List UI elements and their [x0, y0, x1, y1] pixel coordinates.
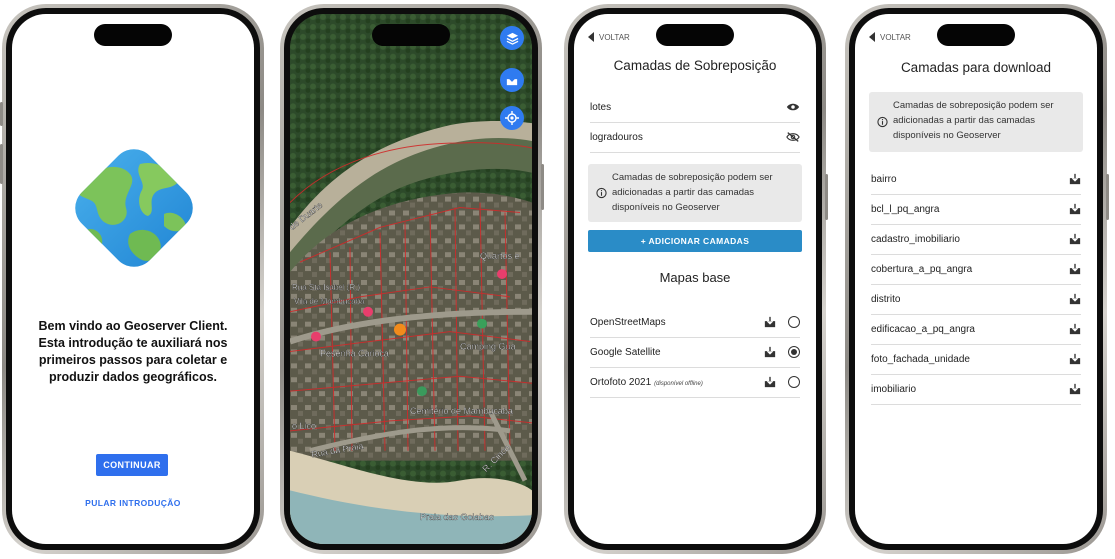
download-layer-row[interactable]: cadastro_imobiliario [871, 224, 1081, 255]
back-label: VOLTAR [880, 32, 911, 42]
power-button [1106, 174, 1109, 220]
base-map-radio[interactable] [788, 376, 800, 388]
download-icon[interactable] [1069, 233, 1081, 245]
download-icon[interactable] [1069, 263, 1081, 275]
layer-name: distrito [871, 293, 901, 305]
layer-name: bcl_l_pq_angra [871, 203, 940, 215]
phone-frame-download-layers: VOLTAR Camadas para download Camadas de … [845, 4, 1109, 554]
base-map-row[interactable]: OpenStreetMaps [590, 307, 800, 338]
power-button [541, 164, 544, 210]
download-layer-row[interactable]: distrito [871, 284, 1081, 315]
phone-frame-overlay-layers: VOLTAR Camadas de Sobreposição lotes log… [564, 4, 828, 554]
section-title: Mapas base [659, 270, 731, 285]
layer-name: cadastro_imobiliario [871, 233, 960, 245]
download-layer-row[interactable]: edificacao_a_pq_angra [871, 314, 1081, 345]
info-icon [877, 116, 888, 128]
page-title: Camadas para download [900, 60, 1052, 75]
dynamic-island [372, 24, 450, 46]
overlay-layers-screen: VOLTAR Camadas de Sobreposição lotes log… [574, 14, 816, 544]
layers-icon [506, 32, 518, 45]
map-label: Vila de Mambucaba [294, 297, 365, 306]
back-button[interactable]: VOLTAR [869, 32, 911, 42]
page-title: Camadas de Sobreposição [613, 58, 777, 73]
info-icon [596, 187, 607, 199]
base-map-name: Google Satellite [590, 346, 661, 358]
info-box: Camadas de sobreposição podem ser adicio… [588, 164, 802, 222]
power-button [825, 174, 828, 220]
base-map-radio-selected[interactable] [788, 346, 800, 358]
base-map-row[interactable]: Ortofoto 2021 (disponível offline) [590, 367, 800, 398]
skip-intro-link[interactable]: PULAR INTRODUÇÃO [12, 498, 254, 508]
layer-name: cobertura_a_pq_angra [871, 263, 973, 275]
download-layer-row[interactable]: imobiliario [871, 374, 1081, 405]
layer-row[interactable]: lotes [590, 92, 800, 123]
map-label: Rua Sta Isabel (R.) [292, 283, 360, 292]
layer-name: lotes [590, 101, 612, 113]
dynamic-island [656, 24, 734, 46]
download-icon[interactable] [764, 316, 776, 328]
info-box: Camadas de sobreposição podem ser adicio… [869, 92, 1083, 152]
layer-name: logradouros [590, 131, 643, 143]
locate-button[interactable] [500, 106, 524, 130]
map-label: Cemitério de Mambucaba [410, 406, 513, 416]
map-label: Camping Gua [460, 341, 515, 351]
download-icon [506, 74, 518, 86]
welcome-text: Bem vindo ao Geoserver Client. Esta intr… [38, 319, 228, 384]
download-icon[interactable] [1069, 173, 1081, 185]
download-icon[interactable] [764, 376, 776, 388]
base-map-row[interactable]: Google Satellite [590, 337, 800, 368]
download-icon[interactable] [1069, 383, 1081, 395]
back-label: VOLTAR [599, 32, 630, 42]
back-arrow-icon [588, 32, 594, 42]
phone-frame-intro: Bem vindo ao Geoserver Client. Esta intr… [0, 4, 264, 554]
globe-logo-icon [60, 134, 208, 282]
dynamic-island [937, 24, 1015, 46]
layer-row[interactable]: logradouros [590, 122, 800, 153]
map-label: o Lico [292, 421, 316, 431]
layer-name: edificacao_a_pq_angra [871, 323, 975, 335]
download-icon[interactable] [1069, 323, 1081, 335]
download-layer-row[interactable]: cobertura_a_pq_angra [871, 254, 1081, 285]
continue-button[interactable]: CONTINUAR [96, 454, 168, 476]
layer-name: foto_fachada_unidade [871, 353, 970, 365]
map-label: Quartos e [480, 251, 519, 261]
back-button[interactable]: VOLTAR [588, 32, 630, 42]
download-icon[interactable] [1069, 353, 1081, 365]
add-layers-button[interactable]: + ADICIONAR CAMADAS [588, 230, 802, 252]
map-label: Pesenha Carioca [320, 348, 389, 358]
download-button[interactable] [500, 68, 524, 92]
base-map-name: Ortofoto 2021 [590, 376, 652, 388]
download-layers-screen: VOLTAR Camadas para download Camadas de … [855, 14, 1097, 544]
offline-note: (disponível offline) [654, 380, 703, 387]
info-text: Camadas de sobreposição podem ser adicio… [893, 100, 1054, 141]
intro-screen: Bem vindo ao Geoserver Client. Esta intr… [12, 14, 254, 544]
satellite-map[interactable]: de Duarte Quartos e Rua Sta Isabel (R.) … [290, 14, 532, 544]
eye-off-icon[interactable] [786, 131, 800, 143]
map-screen[interactable]: de Duarte Quartos e Rua Sta Isabel (R.) … [290, 14, 532, 544]
eye-icon[interactable] [786, 102, 800, 112]
base-map-name: OpenStreetMaps [590, 316, 666, 328]
layers-button[interactable] [500, 26, 524, 50]
layer-name: imobiliario [871, 383, 917, 395]
map-label: Praia das Goiabas [420, 512, 494, 522]
download-icon[interactable] [1069, 203, 1081, 215]
download-layer-row[interactable]: bairro [871, 164, 1081, 195]
volume-button [0, 102, 3, 126]
download-icon[interactable] [1069, 293, 1081, 305]
dynamic-island [94, 24, 172, 46]
layer-name: bairro [871, 173, 897, 185]
info-text: Camadas de sobreposição podem ser adicio… [612, 172, 773, 213]
phone-frame-map: de Duarte Quartos e Rua Sta Isabel (R.) … [280, 4, 544, 554]
volume-button [0, 144, 3, 184]
base-map-radio[interactable] [788, 316, 800, 328]
download-icon[interactable] [764, 346, 776, 358]
download-layer-row[interactable]: foto_fachada_unidade [871, 344, 1081, 375]
locate-icon [505, 111, 519, 125]
back-arrow-icon [869, 32, 875, 42]
download-layer-row[interactable]: bcl_l_pq_angra [871, 194, 1081, 225]
